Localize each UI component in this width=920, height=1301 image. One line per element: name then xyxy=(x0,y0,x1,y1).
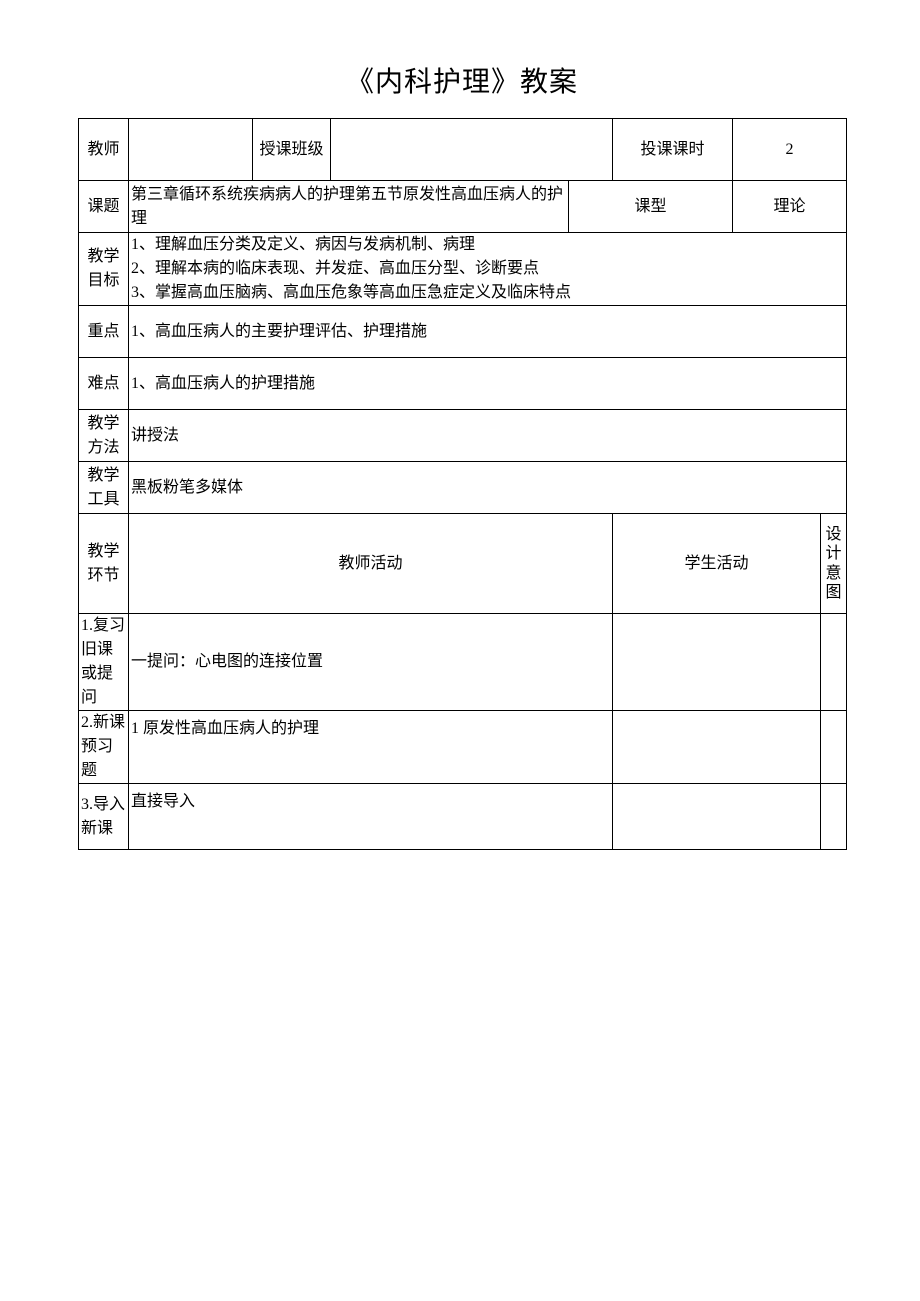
segment-design xyxy=(821,711,847,784)
segment-label: 1.复习旧课或提问 xyxy=(79,614,129,711)
value-class xyxy=(331,119,613,181)
value-keypoints: 1、高血压病人的主要护理评估、护理措施 xyxy=(129,306,847,358)
value-topic: 第三章循环系统疾病病人的护理第五节原发性高血压病人的护理 xyxy=(129,181,569,233)
segment-student xyxy=(613,711,821,784)
label-difficulties: 难点 xyxy=(79,358,129,410)
label-topic: 课题 xyxy=(79,181,129,233)
lesson-plan-table: 教师 授课班级 投课课时 2 课题 第三章循环系统疾病病人的护理第五节原发性高血… xyxy=(78,118,847,850)
segment-label: 2.新课预习题 xyxy=(79,711,129,784)
label-class: 授课班级 xyxy=(253,119,331,181)
label-lesson-type: 课型 xyxy=(569,181,733,233)
value-hours: 2 xyxy=(733,119,847,181)
value-objectives: 1、理解血压分类及定义、病因与发病机制、病理 2、理解本病的临床表现、并发症、高… xyxy=(129,233,847,306)
value-difficulties: 1、高血压病人的护理措施 xyxy=(129,358,847,410)
value-methods: 讲授法 xyxy=(129,410,847,462)
label-tools: 教学工具 xyxy=(79,462,129,514)
segment-teacher: 一提问：心电图的连接位置 xyxy=(129,614,613,711)
segment-design xyxy=(821,614,847,711)
segment-teacher: 直接导入 xyxy=(129,784,613,850)
label-keypoints: 重点 xyxy=(79,306,129,358)
page-title: 《内科护理》教案 xyxy=(78,60,846,100)
value-tools: 黑板粉笔多媒体 xyxy=(129,462,847,514)
label-hours: 投课课时 xyxy=(613,119,733,181)
label-student-activity: 学生活动 xyxy=(613,514,821,614)
label-segment: 教学环节 xyxy=(79,514,129,614)
label-design-intent: 设计意图 xyxy=(821,514,847,614)
label-teacher-activity: 教师活动 xyxy=(129,514,613,614)
segment-student xyxy=(613,614,821,711)
label-objectives: 教学目标 xyxy=(79,233,129,306)
segment-teacher: 1 原发性高血压病人的护理 xyxy=(129,711,613,784)
value-lesson-type: 理论 xyxy=(733,181,847,233)
segment-design xyxy=(821,784,847,850)
label-teacher: 教师 xyxy=(79,119,129,181)
value-teacher xyxy=(129,119,253,181)
segment-label: 3.导入新课 xyxy=(79,784,129,850)
segment-student xyxy=(613,784,821,850)
label-methods: 教学方法 xyxy=(79,410,129,462)
